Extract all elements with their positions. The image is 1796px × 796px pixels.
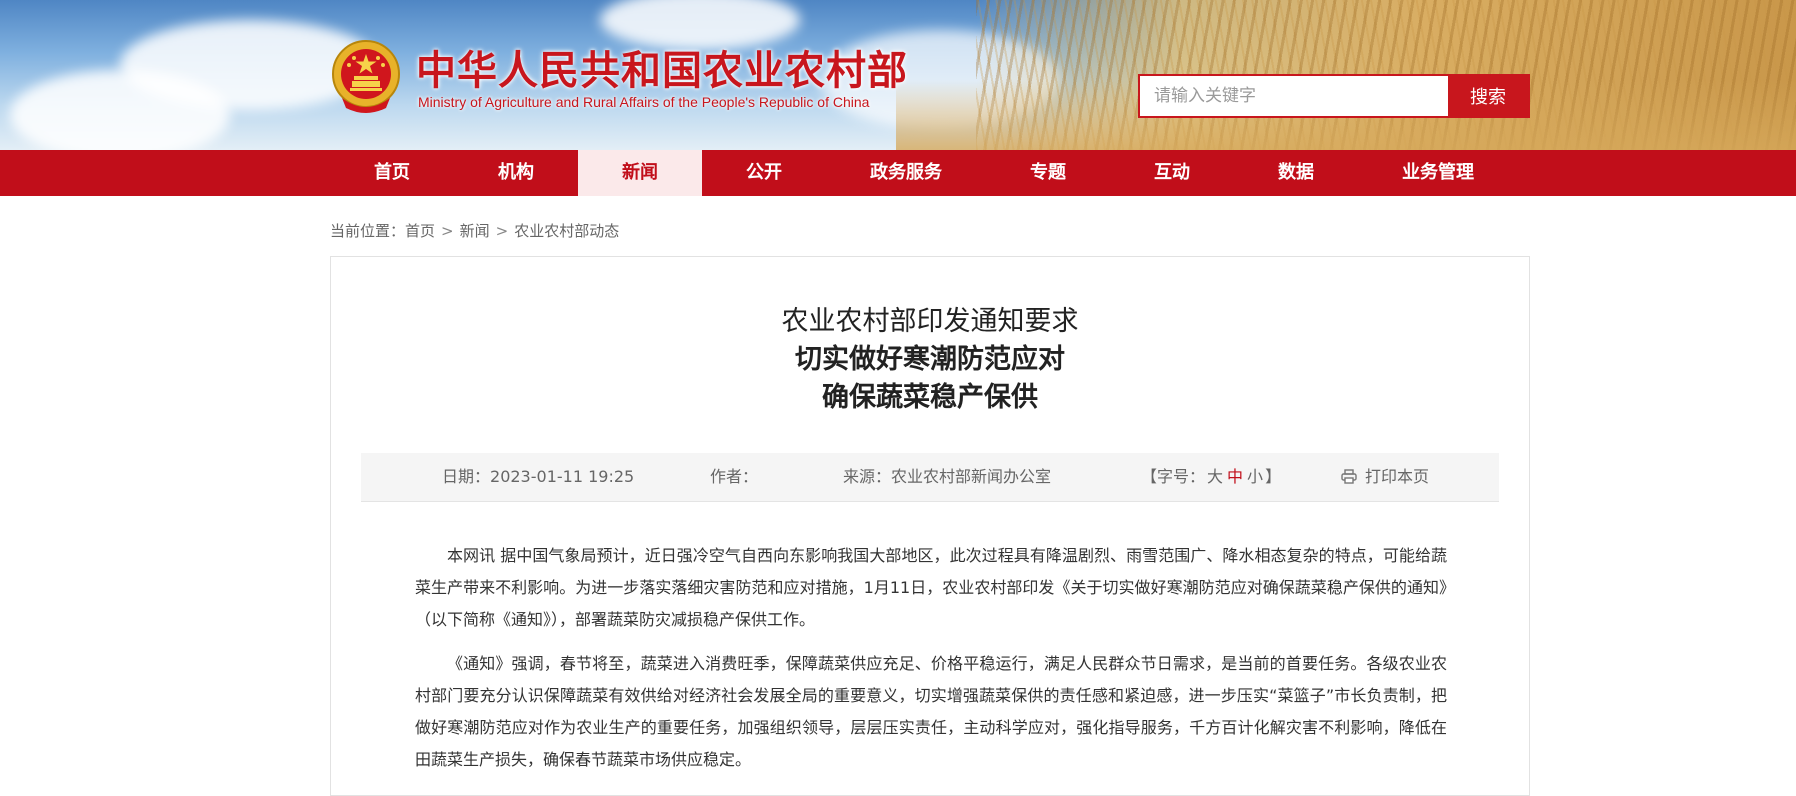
nav-item-organization[interactable]: 机构	[454, 150, 578, 196]
article-source: 来源：农业农村部新闻办公室	[843, 453, 1051, 501]
source-label: 来源：	[843, 467, 892, 486]
breadcrumb-home[interactable]: 首页	[405, 222, 435, 240]
date-label: 日期：	[442, 467, 491, 486]
printer-icon	[1341, 469, 1357, 484]
breadcrumb: 当前位置：首页 > 新闻 > 农业农村部动态	[330, 220, 619, 241]
font-size-switcher: 【字号：大中小】	[1141, 453, 1281, 501]
nav-item-home[interactable]: 首页	[330, 150, 454, 196]
nav-item-news[interactable]: 新闻	[578, 150, 702, 196]
article-paragraph: 《通知》强调，春节将至，蔬菜进入消费旺季，保障蔬菜供应充足、价格平稳运行，满足人…	[415, 654, 1447, 769]
article-meta-bar: 日期：2023-01-11 19:25 作者： 来源：农业农村部新闻办公室 【字…	[361, 453, 1499, 502]
article-title-main: 切实做好寒潮防范应对	[795, 344, 1065, 375]
font-size-prefix: 【字号：	[1141, 467, 1206, 486]
breadcrumb-current[interactable]: 农业农村部动态	[514, 222, 619, 240]
author-label: 作者：	[710, 467, 759, 486]
article-author: 作者：	[710, 453, 758, 501]
article-title-sub: 确保蔬菜稳产保供	[822, 382, 1038, 413]
search-button[interactable]: 搜索	[1448, 76, 1528, 116]
site-title-en[interactable]: Ministry of Agriculture and Rural Affair…	[418, 94, 869, 110]
article-container: 农业农村部印发通知要求 切实做好寒潮防范应对 确保蔬菜稳产保供 日期：2023-…	[330, 256, 1530, 796]
nav-item-topics[interactable]: 专题	[986, 150, 1110, 196]
date-value: 2023-01-11 19:25	[490, 467, 635, 486]
article-title-block: 农业农村部印发通知要求 切实做好寒潮防范应对 确保蔬菜稳产保供	[331, 303, 1529, 417]
breadcrumb-separator: >	[495, 222, 509, 240]
header-banner: 中华人民共和国农业农村部 Ministry of Agriculture and…	[0, 0, 1796, 150]
search-input[interactable]	[1140, 76, 1448, 116]
font-size-small[interactable]: 小	[1247, 467, 1263, 486]
source-value: 农业农村部新闻办公室	[891, 467, 1052, 486]
article-paragraph: 本网讯 据中国气象局预计，近日强冷空气自西向东影响我国大部地区，此次过程具有降温…	[415, 546, 1447, 629]
breadcrumb-prefix: 当前位置：	[330, 222, 406, 240]
font-size-suffix: 】	[1265, 467, 1282, 486]
nav-item-data[interactable]: 数据	[1234, 150, 1358, 196]
article-date: 日期：2023-01-11 19:25	[442, 453, 634, 501]
search-box: 搜索	[1138, 74, 1530, 118]
nav-item-interaction[interactable]: 互动	[1110, 150, 1234, 196]
print-label: 打印本页	[1365, 467, 1430, 486]
national-emblem-icon[interactable]	[330, 36, 402, 116]
article-title-lead: 农业农村部印发通知要求	[781, 306, 1079, 337]
breadcrumb-news[interactable]: 新闻	[460, 222, 490, 240]
banner-cloud	[10, 70, 230, 150]
nav-item-public[interactable]: 公开	[702, 150, 826, 196]
font-size-medium[interactable]: 中	[1227, 467, 1243, 486]
site-title-cn[interactable]: 中华人民共和国农业农村部	[416, 38, 908, 96]
nav-item-business[interactable]: 业务管理	[1358, 150, 1518, 196]
breadcrumb-separator: >	[441, 222, 454, 240]
print-button[interactable]: 打印本页	[1341, 453, 1429, 501]
article-body: 本网讯 据中国气象局预计，近日强冷空气自西向东影响我国大部地区，此次过程具有降温…	[415, 540, 1447, 788]
nav-item-services[interactable]: 政务服务	[826, 150, 986, 196]
main-nav: 首页 机构 新闻 公开 政务服务 专题 互动 数据 业务管理	[0, 150, 1796, 196]
font-size-large[interactable]: 大	[1207, 467, 1223, 486]
